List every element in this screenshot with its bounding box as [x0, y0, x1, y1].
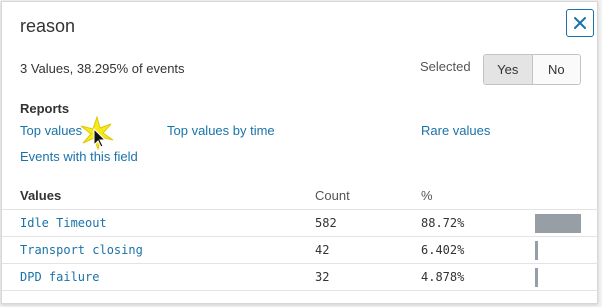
percent-bar-fill: [535, 268, 538, 287]
percent-bar: [535, 214, 587, 233]
field-summary-panel: reason 3 Values, 38.295% of events Selec…: [1, 1, 599, 304]
top-values-by-time-link[interactable]: Top values by time: [167, 123, 275, 138]
table-row: DPD failure 32 4.878%: [2, 263, 599, 290]
selected-no-button[interactable]: No: [532, 55, 580, 84]
field-summary-text: 3 Values, 38.295% of events: [20, 61, 185, 76]
panel-title: reason: [20, 16, 76, 36]
value-link[interactable]: Transport closing: [20, 243, 143, 257]
selected-toggle: Yes No: [483, 54, 581, 85]
table-row: Transport closing 42 6.402%: [2, 236, 599, 263]
close-button[interactable]: [566, 9, 594, 37]
close-icon: [574, 17, 586, 29]
percent-bar-fill: [535, 214, 581, 233]
percent-cell: 4.878%: [421, 270, 465, 284]
percent-bar: [535, 268, 587, 287]
events-with-field-link[interactable]: Events with this field: [20, 149, 138, 164]
mouse-pointer-icon: [80, 116, 114, 150]
values-column-header: Values: [20, 188, 62, 203]
percent-cell: 6.402%: [421, 243, 465, 257]
value-link[interactable]: DPD failure: [20, 270, 99, 284]
rare-values-link[interactable]: Rare values: [421, 123, 490, 138]
count-cell: 582: [315, 216, 337, 230]
selected-label: Selected: [420, 59, 471, 74]
percent-bar: [535, 241, 587, 260]
table-row: Idle Timeout 582 88.72%: [2, 209, 599, 236]
top-values-link[interactable]: Top values: [20, 123, 82, 138]
table-bottom-border: [2, 290, 599, 291]
count-column-header: Count: [315, 188, 350, 203]
count-cell: 32: [315, 270, 330, 284]
selected-yes-button[interactable]: Yes: [484, 55, 533, 84]
percent-cell: 88.72%: [421, 216, 465, 230]
percent-column-header: %: [421, 188, 433, 203]
value-link[interactable]: Idle Timeout: [20, 216, 107, 230]
percent-bar-fill: [535, 241, 538, 260]
count-cell: 42: [315, 243, 330, 257]
reports-heading: Reports: [20, 101, 70, 116]
